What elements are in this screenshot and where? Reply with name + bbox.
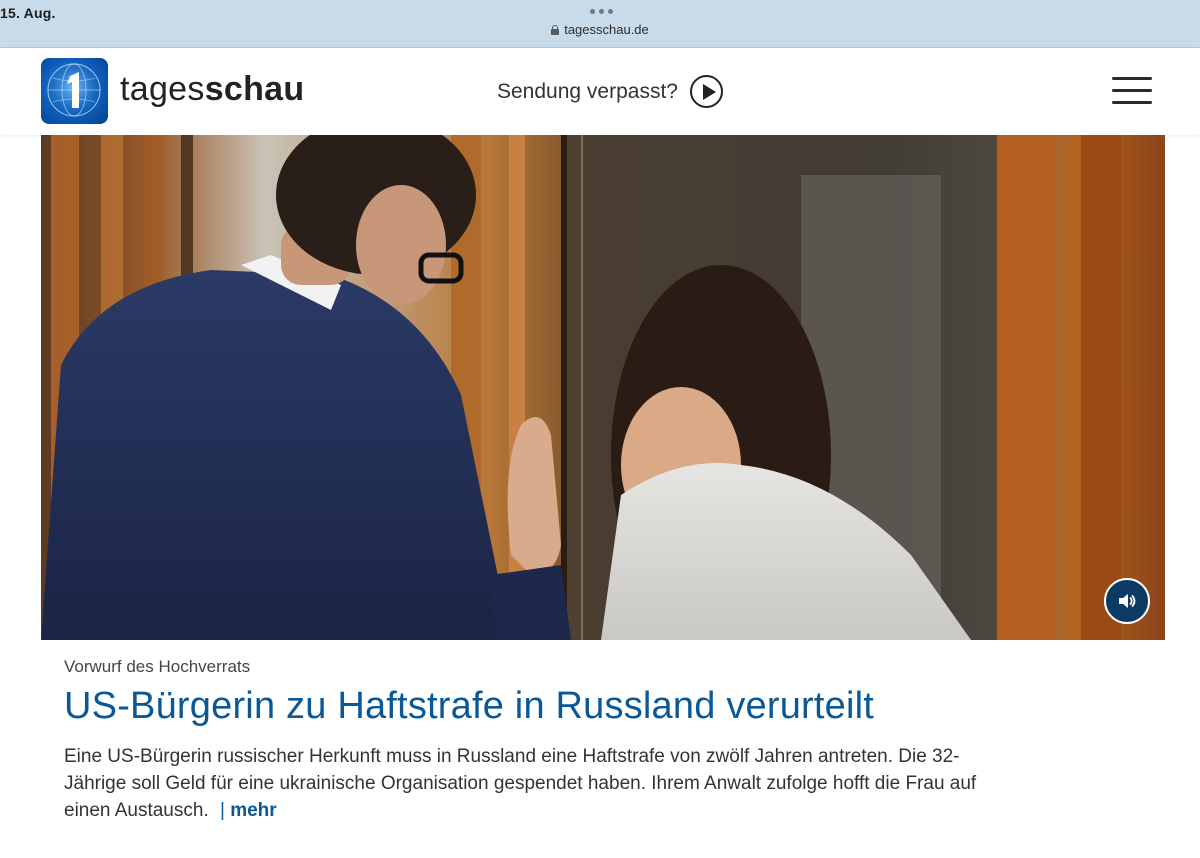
- more-separator: |: [220, 800, 225, 821]
- hero-image[interactable]: [41, 135, 1165, 640]
- lock-icon: [551, 25, 560, 35]
- article-headline-link[interactable]: US-Bürgerin zu Haftstrafe in Russland ve…: [64, 685, 874, 728]
- status-date: 15. Aug.: [0, 5, 56, 21]
- missed-broadcast-link[interactable]: Sendung verpasst?: [497, 75, 723, 108]
- teaser-text: Eine US-Bürgerin russischer Herkunft mus…: [64, 746, 977, 821]
- browser-status-bar: 15. Aug. tagesschau.de: [0, 0, 1200, 48]
- site-header: tagesschau Sendung verpasst?: [0, 48, 1200, 135]
- address-bar[interactable]: tagesschau.de: [0, 22, 1200, 37]
- sound-toggle-button[interactable]: [1104, 578, 1150, 624]
- tagesschau-logo-icon[interactable]: [41, 58, 108, 124]
- article-teaser: Eine US-Bürgerin russischer Herkunft mus…: [64, 743, 984, 824]
- article-kicker: Vorwurf des Hochverrats: [64, 657, 251, 676]
- logo-wordmark[interactable]: tagesschau: [120, 70, 304, 109]
- more-link[interactable]: | mehr: [220, 800, 277, 821]
- logo-text-bold: schau: [204, 70, 305, 108]
- logo-text-regular: tages: [120, 70, 205, 108]
- hamburger-menu-icon[interactable]: [1112, 77, 1152, 105]
- more-label: mehr: [230, 800, 277, 821]
- missed-broadcast-label: Sendung verpasst?: [497, 79, 678, 103]
- play-circle-icon[interactable]: [689, 75, 723, 108]
- url-text: tagesschau.de: [564, 22, 649, 37]
- speaker-icon: [1119, 594, 1136, 608]
- tab-handle-dots[interactable]: [590, 9, 613, 14]
